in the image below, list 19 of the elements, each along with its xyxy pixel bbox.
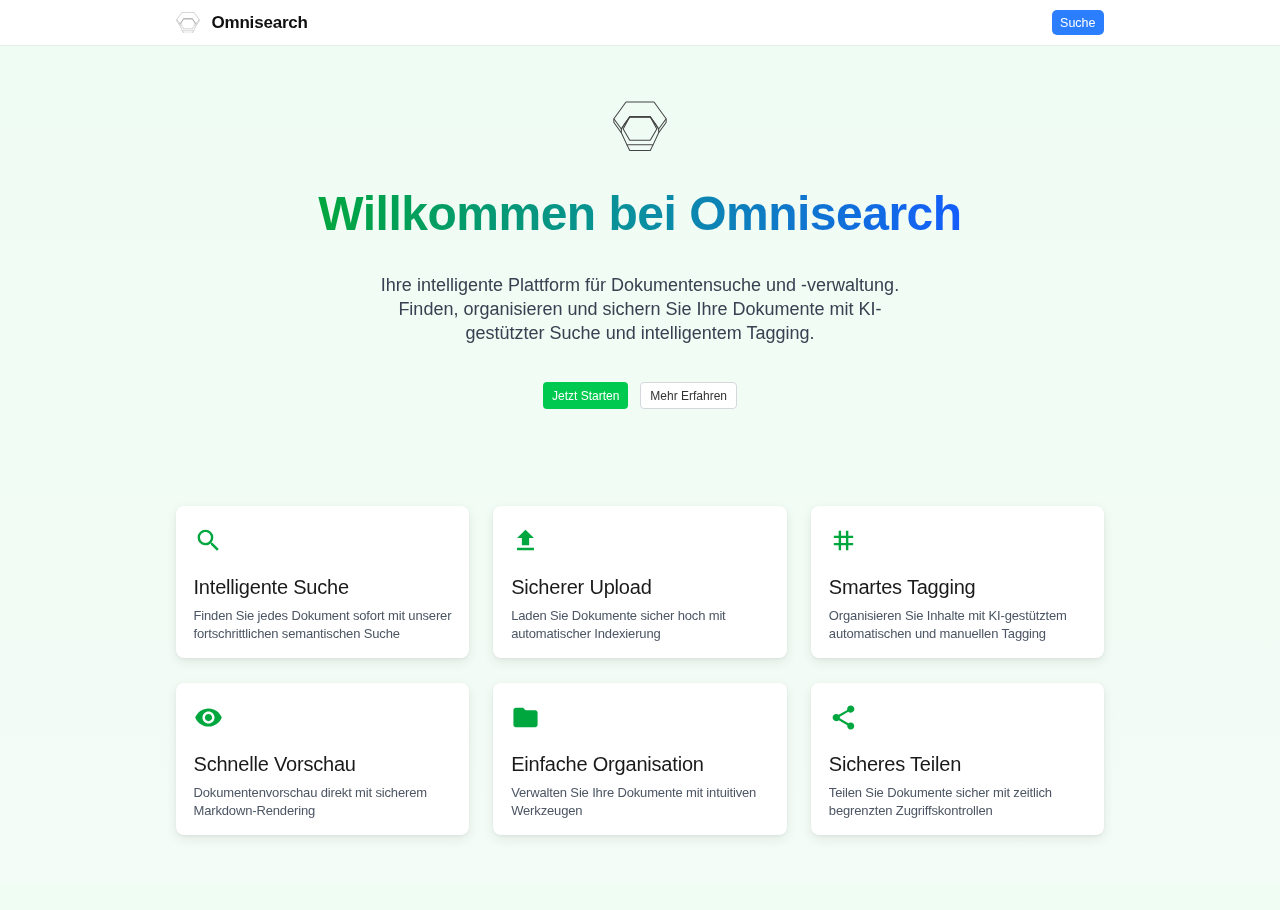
feature-title: Sicheres Teilen	[828, 752, 962, 777]
hero-subtitle: Ihre intelligente Plattform für Dokumentensuche und -verwaltung. Finden, organisieren und sichern Sie Ihre Dokumente mit KI-gestützter Suche und intelligentem Tagging.	[379, 274, 901, 346]
feature-description: Verwalten Sie Ihre Dokumente mit intuitiven Werkzeugen	[511, 784, 758, 821]
feature-description: Organisieren Sie Inhalte mit KI-gestütztem automatischen und manuellen Tagging	[828, 607, 1068, 644]
feature-description: Finden Sie jedes Dokument sofort mit unserer fortschrittlichen semantischen Suche	[193, 607, 453, 644]
feature-title: Smartes Tagging	[828, 575, 976, 600]
search-button[interactable]: Suche	[1052, 10, 1104, 35]
start-button[interactable]: Jetzt Starten	[542, 382, 629, 410]
learn-more-button[interactable]: Mehr Erfahren	[640, 382, 738, 410]
logo-icon	[612, 101, 668, 152]
feature-description: Teilen Sie Dokumente sicher mit zeitlich begrenzten Zugriffskontrollen	[828, 784, 1053, 821]
feature-title: Intelligente Suche	[193, 575, 349, 600]
feature-description: Dokumentenvorschau direkt mit sicherem Markdown-Rendering	[193, 784, 428, 821]
feature-title: Sicherer Upload	[511, 575, 652, 600]
feature-description: Laden Sie Dokumente sicher hoch mit automatischer Indexierung	[511, 607, 727, 644]
feature-title: Schnelle Vorschau	[193, 752, 356, 777]
logo-icon	[175, 11, 200, 34]
feature-title: Einfache Organisation	[511, 752, 704, 777]
brand-name: Omnisearch	[211, 12, 308, 33]
